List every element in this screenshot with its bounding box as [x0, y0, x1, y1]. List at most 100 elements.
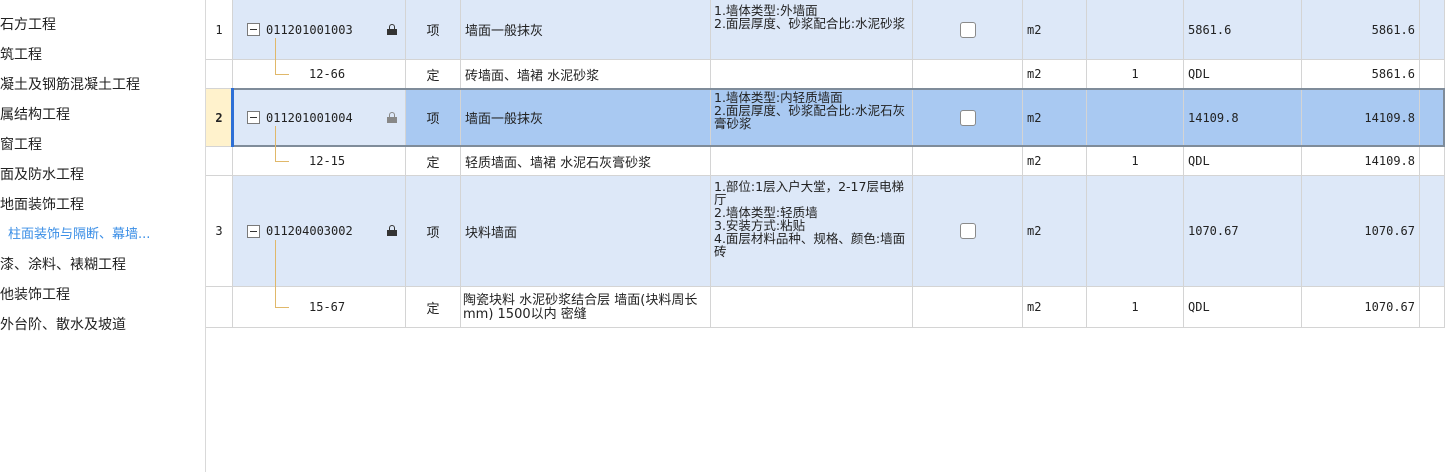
- tree-line: [275, 74, 289, 75]
- expr-cell[interactable]: QDL: [1184, 287, 1302, 328]
- desc-cell[interactable]: [711, 287, 913, 328]
- type-cell: 项: [406, 176, 461, 287]
- lock-icon[interactable]: [387, 111, 397, 123]
- unit-cell[interactable]: m2: [1023, 60, 1087, 89]
- desc-cell[interactable]: 1.墙体类型:外墙面 2.面层厚度、砂浆配合比:水泥砂浆: [711, 0, 913, 60]
- code-cell[interactable]: 011204003002: [233, 176, 406, 287]
- checkbox[interactable]: [959, 21, 976, 38]
- tree-item[interactable]: 筑工程: [0, 44, 42, 66]
- expr-cell[interactable]: 14109.8: [1184, 89, 1302, 147]
- table-row-selected[interactable]: 2 011201001004 项 墙面一般抹灰 1.墙体类型:内轻质墙面 2.面…: [206, 89, 1445, 147]
- bill-grid: 1 011201001003 项 墙面一般抹灰 1.墙体类型:外墙面 2.面层厚…: [206, 0, 1445, 330]
- type-cell: 定: [406, 60, 461, 89]
- quota-code: 12-66: [309, 67, 346, 81]
- lock-icon[interactable]: [387, 23, 397, 35]
- item-code: 011201001003: [266, 22, 353, 37]
- checkbox-cell: [913, 176, 1023, 287]
- type-cell: 定: [406, 287, 461, 328]
- name-cell[interactable]: 轻质墙面、墙裙 水泥石灰膏砂浆: [461, 147, 711, 176]
- checkbox[interactable]: [959, 109, 976, 126]
- tree-item[interactable]: 属结构工程: [0, 104, 70, 126]
- collapse-icon[interactable]: [247, 23, 260, 36]
- desc-cell[interactable]: 1.墙体类型:内轻质墙面 2.面层厚度、砂浆配合比:水泥石灰膏砂浆: [711, 89, 913, 147]
- unit-cell[interactable]: m2: [1023, 147, 1087, 176]
- extra-cell[interactable]: [1420, 60, 1445, 89]
- tree-item-active[interactable]: 柱面装饰与隔断、幕墙...: [8, 224, 150, 246]
- lock-icon[interactable]: [387, 225, 397, 236]
- tree-line: [275, 38, 276, 75]
- collapse-icon[interactable]: [247, 111, 260, 124]
- code-cell[interactable]: 12-66: [233, 60, 406, 89]
- coef-cell[interactable]: [1087, 89, 1184, 147]
- qty-cell[interactable]: 5861.6: [1302, 0, 1420, 60]
- tree-item[interactable]: 石方工程: [0, 14, 56, 36]
- tree-item[interactable]: 外台阶、散水及坡道: [0, 314, 126, 336]
- table-row[interactable]: 12-66 定 砖墙面、墙裙 水泥砂浆 m2 1 QDL 5861.6: [206, 60, 1445, 89]
- name-cell[interactable]: 陶瓷块料 水泥砂浆结合层 墙面(块料周长mm) 1500以内 密缝: [461, 287, 711, 328]
- type-cell: 项: [406, 0, 461, 60]
- checkbox[interactable]: [959, 223, 976, 239]
- name-cell[interactable]: 砖墙面、墙裙 水泥砂浆: [461, 60, 711, 89]
- name-cell[interactable]: 墙面一般抹灰: [461, 0, 711, 60]
- code-cell[interactable]: 011201001004: [233, 89, 406, 147]
- table-row[interactable]: 15-67 定 陶瓷块料 水泥砂浆结合层 墙面(块料周长mm) 1500以内 密…: [206, 287, 1445, 328]
- extra-cell[interactable]: [1420, 147, 1445, 176]
- extra-cell[interactable]: [1420, 287, 1445, 328]
- tree-item[interactable]: 他装饰工程: [0, 284, 70, 306]
- expr-cell[interactable]: 5861.6: [1184, 0, 1302, 60]
- row-number[interactable]: [206, 60, 233, 89]
- extra-cell[interactable]: [1420, 176, 1445, 287]
- expr-cell[interactable]: QDL: [1184, 60, 1302, 89]
- unit-cell[interactable]: m2: [1023, 176, 1087, 287]
- name-text: 陶瓷块料 水泥砂浆结合层 墙面(块料周长mm) 1500以内 密缝: [463, 293, 698, 322]
- unit-cell[interactable]: m2: [1023, 89, 1087, 147]
- checkbox-cell: [913, 60, 1023, 89]
- unit-cell[interactable]: m2: [1023, 287, 1087, 328]
- unit-cell[interactable]: m2: [1023, 0, 1087, 60]
- qty-cell[interactable]: 5861.6: [1302, 60, 1420, 89]
- section-tree: 石方工程 筑工程 凝土及钢筋混凝土工程 属结构工程 窗工程 面及防水工程 地面装…: [0, 0, 206, 472]
- table-row[interactable]: 3 011204003002 项 块料墙面 1.部位:1层入户大堂，2-17层电…: [206, 176, 1445, 287]
- type-cell: 定: [406, 147, 461, 176]
- tree-item[interactable]: 漆、涂料、裱糊工程: [0, 254, 126, 276]
- expr-cell[interactable]: 1070.67: [1184, 176, 1302, 287]
- name-cell[interactable]: 块料墙面: [461, 176, 711, 287]
- table-row[interactable]: 12-15 定 轻质墙面、墙裙 水泥石灰膏砂浆 m2 1 QDL 14109.8: [206, 147, 1445, 176]
- tree-item[interactable]: 地面装饰工程: [0, 194, 84, 216]
- name-cell[interactable]: 墙面一般抹灰: [461, 89, 711, 147]
- qty-cell[interactable]: 14109.8: [1302, 89, 1420, 147]
- tree-line: [275, 126, 276, 162]
- expr-cell[interactable]: QDL: [1184, 147, 1302, 176]
- qty-cell[interactable]: 14109.8: [1302, 147, 1420, 176]
- desc-text: 1.部位:1层入户大堂，2-17层电梯厅 2.墙体类型:轻质墙 3.安装方式:粘…: [714, 179, 906, 259]
- coef-cell[interactable]: 1: [1087, 287, 1184, 328]
- row-number[interactable]: 2: [206, 89, 233, 147]
- code-cell[interactable]: 15-67: [233, 287, 406, 328]
- row-number[interactable]: [206, 147, 233, 176]
- desc-cell[interactable]: 1.部位:1层入户大堂，2-17层电梯厅 2.墙体类型:轻质墙 3.安装方式:粘…: [711, 176, 913, 287]
- tree-line: [275, 240, 276, 308]
- row-number[interactable]: 3: [206, 176, 233, 287]
- collapse-icon[interactable]: [247, 224, 260, 238]
- desc-cell[interactable]: [711, 60, 913, 89]
- coef-cell[interactable]: 1: [1087, 60, 1184, 89]
- row-number[interactable]: [206, 287, 233, 328]
- coef-cell[interactable]: [1087, 0, 1184, 60]
- table-row[interactable]: 1 011201001003 项 墙面一般抹灰 1.墙体类型:外墙面 2.面层厚…: [206, 0, 1445, 60]
- row-number[interactable]: 1: [206, 0, 233, 60]
- extra-cell[interactable]: [1420, 0, 1445, 60]
- selection-marker: [231, 88, 234, 147]
- qty-cell[interactable]: 1070.67: [1302, 176, 1420, 287]
- checkbox-cell: [913, 0, 1023, 60]
- qty-cell[interactable]: 1070.67: [1302, 287, 1420, 328]
- code-cell[interactable]: 12-15: [233, 147, 406, 176]
- coef-cell[interactable]: [1087, 176, 1184, 287]
- tree-item[interactable]: 面及防水工程: [0, 164, 84, 186]
- type-cell: 项: [406, 89, 461, 147]
- tree-item[interactable]: 凝土及钢筋混凝土工程: [0, 74, 140, 96]
- extra-cell[interactable]: [1420, 89, 1445, 147]
- desc-cell[interactable]: [711, 147, 913, 176]
- code-cell[interactable]: 011201001003: [233, 0, 406, 60]
- tree-item[interactable]: 窗工程: [0, 134, 42, 156]
- coef-cell[interactable]: 1: [1087, 147, 1184, 176]
